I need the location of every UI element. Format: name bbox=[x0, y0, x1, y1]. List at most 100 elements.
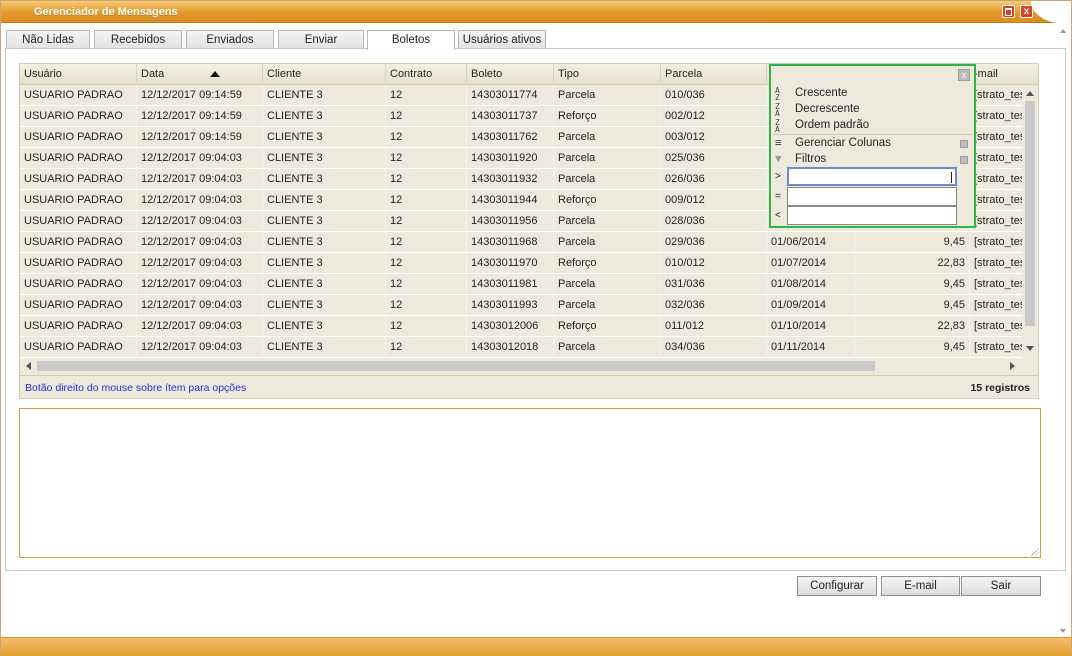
cell-data: 12/12/2017 09:04:03 bbox=[137, 148, 263, 169]
menu-item-sort-default[interactable]: ZA Ordem padrão bbox=[771, 118, 974, 134]
cell-usuario: USUARIO PADRAO bbox=[20, 211, 137, 232]
table-row[interactable]: USUARIO PADRAO 12/12/2017 09:04:03 CLIENTE… bbox=[20, 274, 1028, 295]
cell-data: 12/12/2017 09:14:59 bbox=[137, 127, 263, 148]
menu-item-sort-ascending[interactable]: AZ Crescente bbox=[771, 86, 974, 102]
collapse-icon[interactable] bbox=[960, 156, 968, 164]
sort-ascending-icon bbox=[210, 71, 220, 77]
cell-vencimento: 01/10/2014 bbox=[767, 316, 855, 337]
window-scrollbar[interactable] bbox=[1059, 27, 1069, 635]
cell-data: 12/12/2017 09:04:03 bbox=[137, 190, 263, 211]
cell-data: 12/12/2017 09:14:59 bbox=[137, 106, 263, 127]
vertical-scrollbar[interactable] bbox=[1022, 85, 1038, 355]
filter-less-input[interactable] bbox=[787, 206, 957, 225]
configurar-button[interactable]: Configurar bbox=[797, 576, 877, 596]
cell-parcela: 029/036 bbox=[661, 232, 767, 253]
column-header-data-label: Data bbox=[141, 68, 165, 80]
scroll-down-icon[interactable] bbox=[1060, 629, 1066, 633]
close-icon: x bbox=[1023, 6, 1030, 17]
sair-button[interactable]: Sair bbox=[961, 576, 1041, 596]
scroll-up-icon[interactable] bbox=[1060, 29, 1066, 33]
tab-boletos[interactable]: Boletos bbox=[367, 30, 455, 50]
cell-data: 12/12/2017 09:04:03 bbox=[137, 169, 263, 190]
cell-parcela: 026/036 bbox=[661, 169, 767, 190]
cell-tipo: Parcela bbox=[554, 148, 661, 169]
cell-tipo: Parcela bbox=[554, 211, 661, 232]
horizontal-scrollbar[interactable] bbox=[20, 358, 1023, 374]
close-menu-button[interactable]: x bbox=[958, 69, 970, 81]
tab-enviados[interactable]: Enviados bbox=[186, 30, 274, 49]
cell-boleto: 14303011968 bbox=[467, 232, 554, 253]
expand-icon[interactable] bbox=[960, 140, 968, 148]
maximize-icon[interactable] bbox=[1002, 5, 1015, 18]
cell-boleto: 14303011981 bbox=[467, 274, 554, 295]
cell-vencimento: 01/07/2014 bbox=[767, 253, 855, 274]
tab-nao-lidas[interactable]: Não Lidas bbox=[6, 30, 90, 49]
cell-cliente: CLIENTE 3 bbox=[263, 169, 386, 190]
filter-op-greater: > bbox=[775, 171, 781, 182]
cell-contrato: 12 bbox=[386, 211, 467, 232]
cell-parcela: 032/036 bbox=[661, 295, 767, 316]
cell-parcela: 010/012 bbox=[661, 253, 767, 274]
cell-contrato: 12 bbox=[386, 274, 467, 295]
menu-item-sort-descending[interactable]: ZA Decrescente bbox=[771, 102, 974, 118]
filter-greater-input[interactable] bbox=[787, 167, 957, 186]
cell-contrato: 12 bbox=[386, 85, 467, 106]
column-header-tipo[interactable]: Tipo bbox=[554, 64, 661, 85]
cell-tipo: Parcela bbox=[554, 337, 661, 358]
tab-enviar[interactable]: Enviar bbox=[278, 30, 364, 49]
cell-parcela: 031/036 bbox=[661, 274, 767, 295]
cell-tipo: Reforço bbox=[554, 316, 661, 337]
cell-contrato: 12 bbox=[386, 127, 467, 148]
column-header-email[interactable]: -mail bbox=[970, 64, 1038, 85]
cell-cliente: CLIENTE 3 bbox=[263, 106, 386, 127]
grid-footer: Botão direito do mouse sobre ítem para o… bbox=[20, 375, 1038, 398]
cell-boleto: 14303011920 bbox=[467, 148, 554, 169]
column-header-parcela[interactable]: Parcela bbox=[661, 64, 767, 85]
table-row[interactable]: USUARIO PADRAO 12/12/2017 09:04:03 CLIENTE… bbox=[20, 337, 1028, 358]
filter-equal-input[interactable] bbox=[787, 187, 957, 206]
cell-cliente: CLIENTE 3 bbox=[263, 127, 386, 148]
column-header-contrato[interactable]: Contrato bbox=[386, 64, 467, 85]
cell-valor: 22,83 bbox=[855, 316, 970, 337]
cell-usuario: USUARIO PADRAO bbox=[20, 232, 137, 253]
cell-parcela: 003/012 bbox=[661, 127, 767, 148]
scroll-left-icon[interactable] bbox=[26, 362, 31, 370]
cell-parcela: 025/036 bbox=[661, 148, 767, 169]
cell-contrato: 12 bbox=[386, 232, 467, 253]
column-header-data[interactable]: Data bbox=[137, 64, 263, 85]
table-row[interactable]: USUARIO PADRAO 12/12/2017 09:04:03 CLIENTE… bbox=[20, 253, 1028, 274]
resize-grip-icon[interactable] bbox=[1031, 548, 1039, 556]
table-row[interactable]: USUARIO PADRAO 12/12/2017 09:04:03 CLIENTE… bbox=[20, 295, 1028, 316]
close-window-button[interactable]: x bbox=[1020, 5, 1033, 18]
email-button[interactable]: E-mail bbox=[881, 576, 960, 596]
cell-contrato: 12 bbox=[386, 169, 467, 190]
window: Gerenciador de Mensagens x Não Lidas Rec… bbox=[0, 0, 1072, 656]
cell-tipo: Reforço bbox=[554, 190, 661, 211]
cell-data: 12/12/2017 09:04:03 bbox=[137, 211, 263, 232]
scroll-right-icon[interactable] bbox=[1010, 362, 1015, 370]
column-header-cliente[interactable]: Cliente bbox=[263, 64, 386, 85]
cell-usuario: USUARIO PADRAO bbox=[20, 127, 137, 148]
message-body-textarea[interactable] bbox=[19, 408, 1041, 558]
scroll-up-icon[interactable] bbox=[1026, 91, 1034, 96]
scroll-thumb-horizontal[interactable] bbox=[37, 361, 875, 371]
table-row[interactable]: USUARIO PADRAO 12/12/2017 09:04:03 CLIENTE… bbox=[20, 316, 1028, 337]
cell-boleto: 14303012018 bbox=[467, 337, 554, 358]
tab-recebidos[interactable]: Recebidos bbox=[94, 30, 182, 49]
sort-az-icon: AZ bbox=[775, 86, 780, 102]
menu-item-filters[interactable]: ▼ Filtros bbox=[771, 152, 974, 168]
menu-item-manage-columns[interactable]: ≡ Gerenciar Colunas bbox=[771, 136, 974, 152]
table-row[interactable]: USUARIO PADRAO 12/12/2017 09:04:03 CLIENTE… bbox=[20, 232, 1028, 253]
tab-usuarios-ativos[interactable]: Usuários ativos bbox=[458, 30, 546, 49]
scroll-down-icon[interactable] bbox=[1026, 346, 1034, 351]
column-header-usuario[interactable]: Usuário bbox=[20, 64, 137, 85]
cell-usuario: USUARIO PADRAO bbox=[20, 295, 137, 316]
scroll-thumb[interactable] bbox=[1025, 101, 1035, 326]
cell-usuario: USUARIO PADRAO bbox=[20, 85, 137, 106]
menu-item-label: Decrescente bbox=[795, 103, 860, 115]
cell-cliente: CLIENTE 3 bbox=[263, 85, 386, 106]
cell-usuario: USUARIO PADRAO bbox=[20, 190, 137, 211]
filter-op-less: < bbox=[775, 210, 781, 221]
column-header-boleto[interactable]: Boleto bbox=[467, 64, 554, 85]
cell-data: 12/12/2017 09:04:03 bbox=[137, 232, 263, 253]
